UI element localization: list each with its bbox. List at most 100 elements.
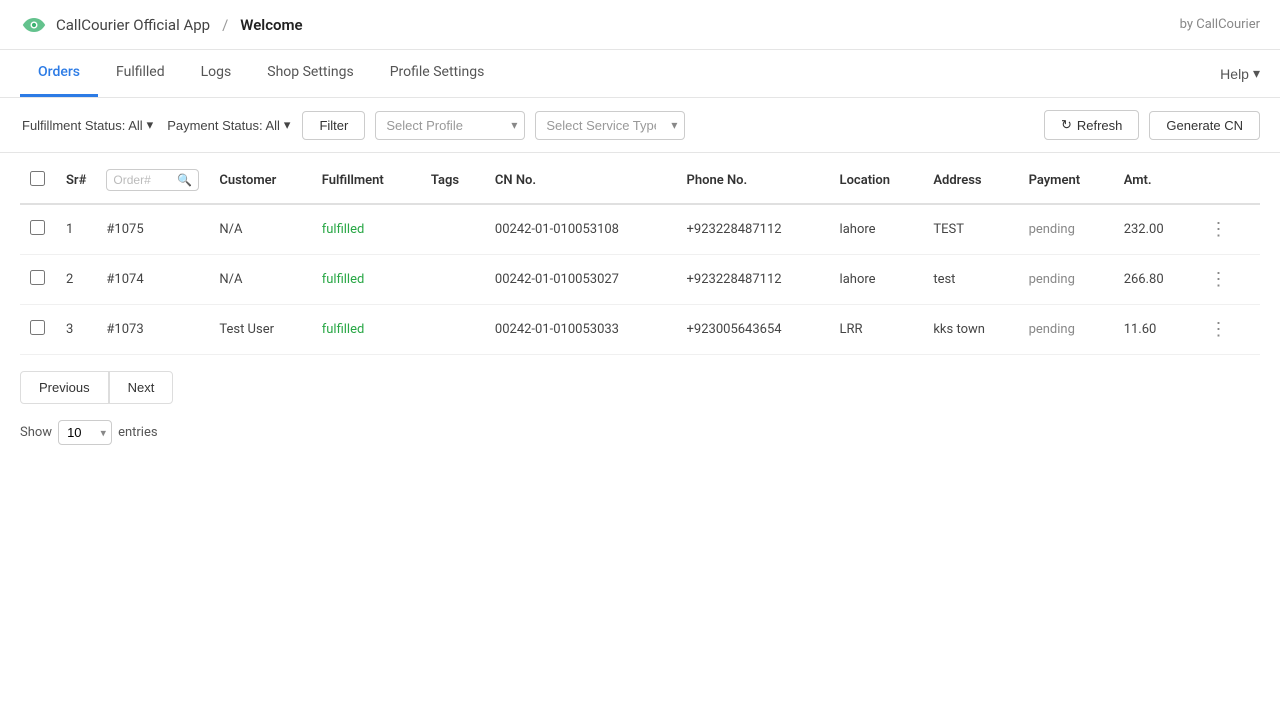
header-fulfillment: Fulfillment <box>312 157 421 204</box>
nav-tabs: Orders Fulfilled Logs Shop Settings Prof… <box>20 50 502 97</box>
row-order: #1074 <box>96 255 209 305</box>
row-checkbox[interactable] <box>30 320 45 335</box>
refresh-label: Refresh <box>1077 118 1123 133</box>
app-welcome: Welcome <box>240 16 302 34</box>
next-button[interactable]: Next <box>109 371 174 404</box>
row-checkbox-cell <box>20 305 56 355</box>
row-amt: 232.00 <box>1114 204 1194 255</box>
help-label: Help <box>1220 66 1249 82</box>
tab-orders[interactable]: Orders <box>20 50 98 97</box>
tab-fulfilled[interactable]: Fulfilled <box>98 50 183 97</box>
row-customer: N/A <box>209 204 311 255</box>
payment-status-label: Payment Status: All <box>167 118 280 133</box>
row-actions-button[interactable]: ⋮ <box>1203 317 1233 342</box>
entries-count-wrapper: 10 25 50 100 <box>58 420 112 445</box>
row-actions-cell: ⋮ <box>1193 255 1260 305</box>
row-checkbox-cell <box>20 204 56 255</box>
header-location: Location <box>830 157 924 204</box>
select-profile-wrapper: Select Profile <box>375 111 525 140</box>
toolbar-left: Fulfillment Status: All ▾ Payment Status… <box>20 111 1034 140</box>
row-checkbox[interactable] <box>30 220 45 235</box>
refresh-icon: ↻ <box>1061 117 1072 133</box>
help-chevron-icon: ▾ <box>1253 65 1260 82</box>
row-amt: 266.80 <box>1114 255 1194 305</box>
row-actions-button[interactable]: ⋮ <box>1203 267 1233 292</box>
row-location: LRR <box>830 305 924 355</box>
generate-cn-button[interactable]: Generate CN <box>1149 111 1260 140</box>
header-order: 🔍 <box>96 157 209 204</box>
row-tags <box>421 255 485 305</box>
row-phone-no: +923228487112 <box>677 255 830 305</box>
row-amt: 11.60 <box>1114 305 1194 355</box>
fulfillment-status-label: Fulfillment Status: All <box>22 118 143 133</box>
tab-logs[interactable]: Logs <box>183 50 250 97</box>
fulfillment-chevron-icon: ▾ <box>147 117 154 133</box>
orders-table: Sr# 🔍 Customer Fulfillment Tags CN No. P… <box>20 157 1260 355</box>
header-phone-no: Phone No. <box>677 157 830 204</box>
row-order: #1075 <box>96 204 209 255</box>
select-service-wrapper: Select Service Type <box>535 111 685 140</box>
row-customer: N/A <box>209 255 311 305</box>
table-container: Sr# 🔍 Customer Fulfillment Tags CN No. P… <box>0 153 1280 355</box>
payment-status-dropdown[interactable]: Payment Status: All ▾ <box>165 113 292 137</box>
toolbar: Fulfillment Status: All ▾ Payment Status… <box>0 98 1280 153</box>
header-customer: Customer <box>209 157 311 204</box>
app-header: CallCourier Official App / Welcome by Ca… <box>0 0 1280 50</box>
header-amt: Amt. <box>1114 157 1194 204</box>
row-fulfillment: fulfilled <box>312 255 421 305</box>
row-sr: 3 <box>56 305 96 355</box>
entries-label: entries <box>118 425 158 440</box>
select-all-checkbox[interactable] <box>30 171 45 186</box>
row-cn-no: 00242-01-010053033 <box>485 305 677 355</box>
select-profile-dropdown[interactable]: Select Profile <box>375 111 525 140</box>
header-payment: Payment <box>1019 157 1114 204</box>
app-logo-icon <box>20 15 48 35</box>
row-sr: 1 <box>56 204 96 255</box>
row-checkbox-cell <box>20 255 56 305</box>
header-actions <box>1193 157 1260 204</box>
row-checkbox[interactable] <box>30 270 45 285</box>
row-payment: pending <box>1019 204 1114 255</box>
row-sr: 2 <box>56 255 96 305</box>
table-row: 2 #1074 N/A fulfilled 00242-01-010053027… <box>20 255 1260 305</box>
table-row: 1 #1075 N/A fulfilled 00242-01-010053108… <box>20 204 1260 255</box>
row-fulfillment: fulfilled <box>312 305 421 355</box>
row-actions-cell: ⋮ <box>1193 305 1260 355</box>
app-logo-area: CallCourier Official App / Welcome <box>20 15 303 35</box>
header-address: Address <box>923 157 1018 204</box>
row-payment: pending <box>1019 255 1114 305</box>
row-tags <box>421 305 485 355</box>
order-search-icon[interactable]: 🔍 <box>177 173 192 187</box>
fulfillment-status-dropdown[interactable]: Fulfillment Status: All ▾ <box>20 113 155 137</box>
row-cn-no: 00242-01-010053108 <box>485 204 677 255</box>
tab-shop-settings[interactable]: Shop Settings <box>249 50 371 97</box>
header-checkbox-col <box>20 157 56 204</box>
row-customer: Test User <box>209 305 311 355</box>
select-service-dropdown[interactable]: Select Service Type <box>535 111 685 140</box>
row-actions-cell: ⋮ <box>1193 204 1260 255</box>
row-phone-no: +923005643654 <box>677 305 830 355</box>
row-location: lahore <box>830 204 924 255</box>
toolbar-right: ↻ Refresh Generate CN <box>1044 110 1260 140</box>
filter-button[interactable]: Filter <box>302 111 365 140</box>
previous-button[interactable]: Previous <box>20 371 109 404</box>
table-body: 1 #1075 N/A fulfilled 00242-01-010053108… <box>20 204 1260 355</box>
row-order: #1073 <box>96 305 209 355</box>
table-row: 3 #1073 Test User fulfilled 00242-01-010… <box>20 305 1260 355</box>
entries-area: Show 10 25 50 100 entries <box>0 412 1280 453</box>
row-actions-button[interactable]: ⋮ <box>1203 217 1233 242</box>
row-address: kks town <box>923 305 1018 355</box>
order-search-input[interactable] <box>113 173 173 187</box>
row-address: test <box>923 255 1018 305</box>
nav-bar: Orders Fulfilled Logs Shop Settings Prof… <box>0 50 1280 98</box>
help-button[interactable]: Help ▾ <box>1220 65 1260 82</box>
row-phone-no: +923228487112 <box>677 204 830 255</box>
entries-count-select[interactable]: 10 25 50 100 <box>58 420 112 445</box>
refresh-button[interactable]: ↻ Refresh <box>1044 110 1139 140</box>
header-cn-no: CN No. <box>485 157 677 204</box>
row-location: lahore <box>830 255 924 305</box>
row-cn-no: 00242-01-010053027 <box>485 255 677 305</box>
app-name: CallCourier Official App <box>56 16 210 34</box>
row-payment: pending <box>1019 305 1114 355</box>
tab-profile-settings[interactable]: Profile Settings <box>372 50 503 97</box>
